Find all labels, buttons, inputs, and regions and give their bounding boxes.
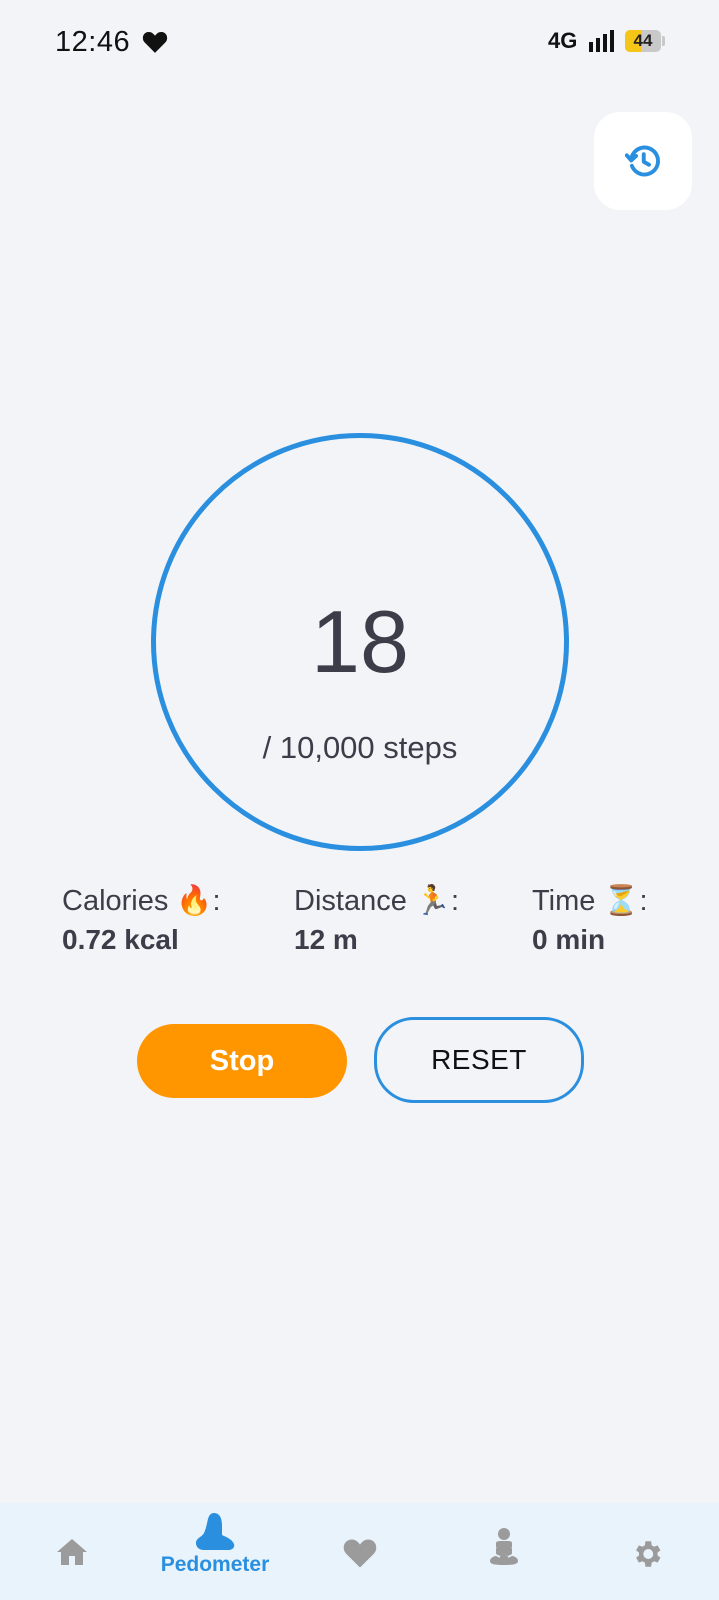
- step-count: 18: [311, 592, 409, 691]
- status-time: 12:46: [55, 26, 131, 58]
- time-value: 0 min: [532, 924, 606, 955]
- distance-value: 12 m: [294, 924, 358, 955]
- nav-home[interactable]: [12, 1503, 132, 1600]
- nav-pedometer[interactable]: Pedometer: [155, 1503, 275, 1600]
- nav-meditation[interactable]: [444, 1503, 564, 1600]
- status-bar: 12:46 4G 44: [0, 0, 719, 84]
- network-type: 4G: [548, 28, 578, 53]
- pedometer-screen: 12:46 4G 44 18 / 10,000 steps Calories 🔥…: [0, 0, 719, 1600]
- battery-level: 44: [633, 31, 653, 50]
- nav-settings[interactable]: [587, 1503, 707, 1600]
- meditation-icon: [490, 1528, 518, 1565]
- battery-icon: 44: [625, 30, 661, 52]
- history-button[interactable]: [594, 112, 692, 210]
- nav-heart[interactable]: [300, 1503, 420, 1600]
- heart-icon: [142, 31, 168, 53]
- battery-tip: [662, 36, 665, 46]
- history-icon: [625, 145, 660, 177]
- step-progress-ring: 18 / 10,000 steps: [151, 433, 569, 851]
- foot-icon: [196, 1513, 235, 1550]
- home-icon: [57, 1539, 87, 1565]
- distance-stat: Distance 🏃: 12 m: [294, 884, 459, 956]
- heart-icon: [343, 1539, 377, 1568]
- step-goal: / 10,000 steps: [262, 730, 458, 765]
- reset-button[interactable]: RESET: [374, 1017, 584, 1103]
- stop-button[interactable]: Stop: [137, 1024, 347, 1098]
- calories-label: Calories 🔥:: [62, 885, 221, 917]
- time-label: Time ⏳:: [532, 885, 648, 917]
- bottom-nav: Pedometer: [0, 1503, 719, 1600]
- time-stat: Time ⏳: 0 min: [532, 884, 648, 956]
- signal-icon: [589, 30, 614, 52]
- calories-stat: Calories 🔥: 0.72 kcal: [62, 884, 221, 956]
- gear-icon: [636, 1541, 661, 1567]
- calories-value: 0.72 kcal: [62, 924, 179, 955]
- distance-label: Distance 🏃:: [294, 885, 460, 917]
- nav-pedometer-label: Pedometer: [160, 1553, 270, 1576]
